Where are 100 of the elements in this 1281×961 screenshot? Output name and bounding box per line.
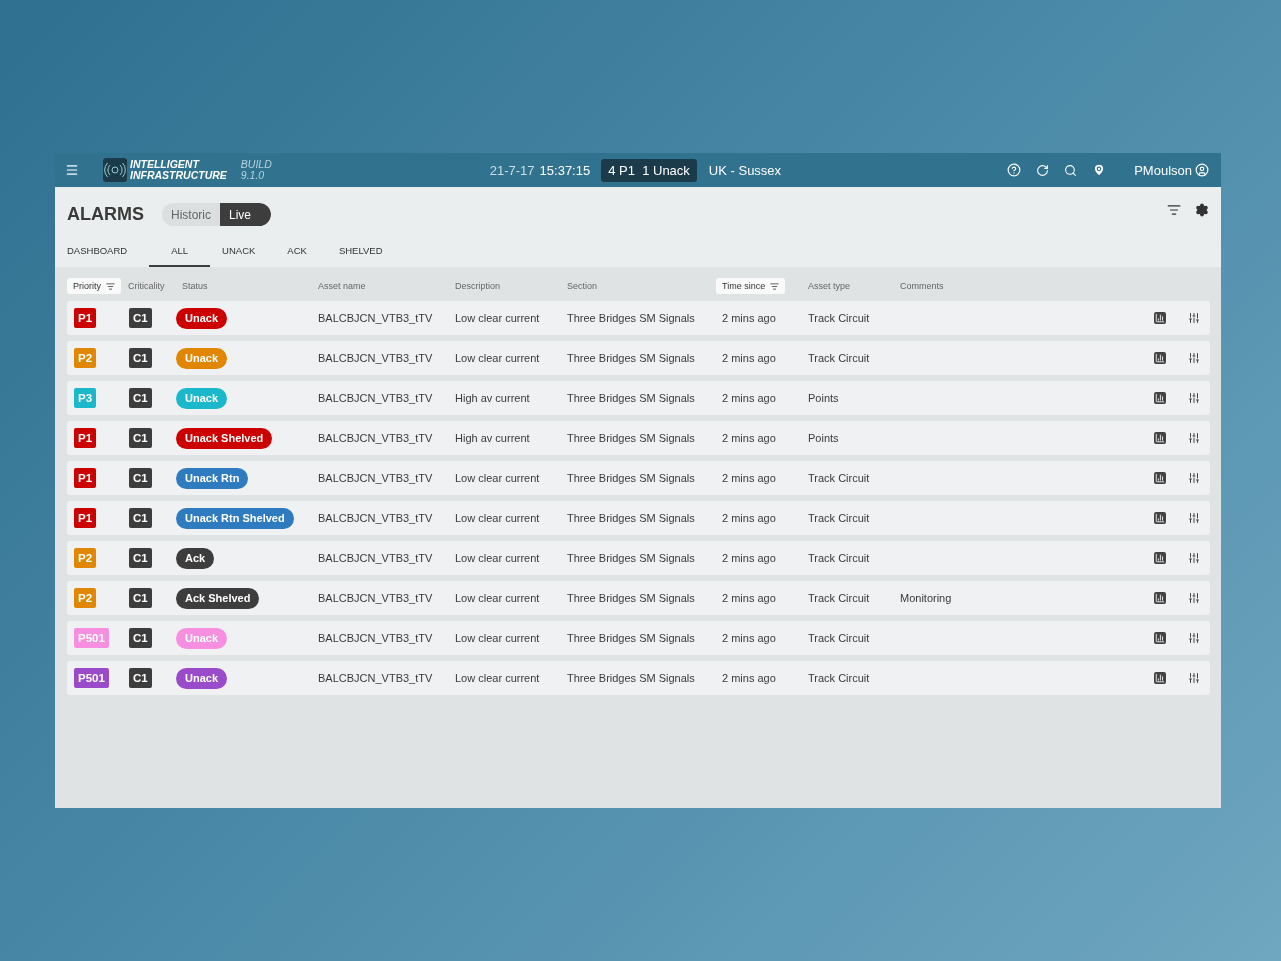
tab[interactable]: SHELVED [338, 239, 383, 267]
priority-badge: P501 [74, 668, 109, 688]
chart-icon[interactable] [1154, 472, 1166, 484]
alarm-row[interactable]: P1 C1 Unack Rtn BALCBJCN_VTB3_tTV Low clear current Three Bridges SM Signals 2 mins ago Track Circuit [67, 461, 1210, 495]
description-cell-text: Low clear current [454, 352, 541, 364]
user-name: PMoulson [1134, 162, 1192, 178]
mode-option[interactable]: Historic [162, 203, 220, 226]
criticality-badge: C1 [129, 428, 152, 448]
priority-badge: P1 [74, 428, 97, 448]
priority-badge: P2 [74, 548, 97, 568]
menu-icon[interactable] [65, 163, 79, 177]
sliders-icon[interactable] [1188, 632, 1200, 644]
alarm-row[interactable]: P1 C1 Unack Shelved BALCBJCN_VTB3_tTV High av current Three Bridges SM Signals 2 mins ago Points [67, 421, 1210, 455]
column-header[interactable]: Description [449, 278, 507, 294]
chart-icon[interactable] [1154, 552, 1166, 564]
column-header[interactable]: Asset name [312, 278, 372, 294]
alarm-row[interactable]: P2 C1 Unack BALCBJCN_VTB3_tTV Low clear current Three Bridges SM Signals 2 mins ago Track Circuit [67, 341, 1210, 375]
chart-icon[interactable] [1154, 432, 1166, 444]
chart-icon[interactable] [1154, 512, 1166, 524]
time-since-cell-text: 2 mins ago [721, 632, 777, 644]
criticality-badge: C1 [129, 548, 152, 568]
sliders-icon[interactable] [1188, 672, 1200, 684]
sliders-icon[interactable] [1188, 352, 1200, 364]
alarm-row[interactable]: P2 C1 Ack Shelved BALCBJCN_VTB3_tTV Low clear current Three Bridges SM Signals 2 mins ago Track Circuit Monitoring [67, 581, 1210, 615]
chart-icon[interactable] [1154, 592, 1166, 604]
column-header[interactable]: Section [561, 278, 604, 294]
column-header[interactable]: Asset type [802, 278, 857, 294]
asset-type-cell-text: Track Circuit [807, 352, 871, 364]
tab[interactable]: DASHBOARD [67, 239, 128, 267]
status-badge: Ack [176, 547, 215, 569]
settings-icon[interactable] [1195, 203, 1209, 217]
tab[interactable]: UNACK [222, 239, 256, 267]
alarm-row[interactable]: P1 C1 Unack Rtn Shelved BALCBJCN_VTB3_tTV Low clear current Three Bridges SM Signals 2 mins ago Track Circuit [67, 501, 1210, 535]
user-icon [1195, 163, 1209, 177]
tab[interactable]: ACK [287, 239, 307, 267]
sliders-icon[interactable] [1188, 592, 1200, 604]
time-since-cell-text: 2 mins ago [721, 392, 777, 404]
search-icon[interactable] [1064, 163, 1078, 177]
filter-icon[interactable] [1167, 203, 1181, 217]
sliders-icon[interactable] [1188, 392, 1200, 404]
status-badge: Ack Shelved [176, 587, 260, 609]
chart-icon[interactable] [1154, 632, 1166, 644]
help-icon[interactable] [1007, 163, 1022, 177]
alarm-row[interactable]: P1 C1 Unack BALCBJCN_VTB3_tTV Low clear current Three Bridges SM Signals 2 mins ago Track Circuit [67, 301, 1210, 335]
status-badge: Unack [176, 307, 228, 329]
chart-icon[interactable] [1154, 672, 1166, 684]
refresh-icon[interactable] [1036, 163, 1050, 177]
criticality-badge: C1 [129, 508, 152, 528]
description-cell-text: Low clear current [454, 472, 541, 484]
column-header[interactable]: Criticality [122, 278, 171, 294]
column-header[interactable]: Priority [67, 278, 121, 294]
section-cell-text: Three Bridges SM Signals [566, 512, 696, 524]
asset-type-cell-text: Points [807, 392, 840, 404]
description-cell-text: High av current [454, 432, 531, 444]
section-cell-text: Three Bridges SM Signals [566, 352, 696, 364]
description-cell-text: High av current [454, 392, 531, 404]
criticality-badge: C1 [129, 588, 152, 608]
tab[interactable]: ALL [149, 239, 211, 267]
sliders-icon[interactable] [1188, 432, 1200, 444]
sliders-icon[interactable] [1188, 472, 1200, 484]
column-header[interactable]: Time since [716, 278, 786, 294]
chart-icon[interactable] [1154, 312, 1166, 324]
brand-name: INFRASTRUCTURE [130, 170, 227, 181]
alarm-row[interactable]: P3 C1 Unack BALCBJCN_VTB3_tTV High av current Three Bridges SM Signals 2 mins ago Points [67, 381, 1210, 415]
status-badge: Unack [176, 347, 228, 369]
status-badge: Unack Rtn Shelved [176, 507, 294, 529]
build-label: BUILD [240, 159, 272, 170]
sliders-icon[interactable] [1188, 312, 1200, 324]
sliders-icon[interactable] [1188, 552, 1200, 564]
asset-name-cell-text: BALCBJCN_VTB3_tTV [317, 312, 434, 324]
column-header[interactable]: Comments [894, 278, 950, 294]
section-cell-text: Three Bridges SM Signals [566, 592, 696, 604]
priority-badge: P501 [74, 628, 109, 648]
asset-name-cell-text: BALCBJCN_VTB3_tTV [317, 472, 434, 484]
user-menu[interactable]: PMoulson [1134, 162, 1209, 178]
alarm-row[interactable]: P2 C1 Ack BALCBJCN_VTB3_tTV Low clear current Three Bridges SM Signals 2 mins ago Track Circuit [67, 541, 1210, 575]
build-version: 9.1.0 [240, 170, 266, 181]
asset-type-cell-text: Track Circuit [807, 512, 871, 524]
priority-badge: P1 [74, 508, 97, 528]
alarm-row[interactable]: P501 C1 Unack BALCBJCN_VTB3_tTV Low clear current Three Bridges SM Signals 2 mins ago Track Circuit [67, 621, 1210, 655]
section-cell-text: Three Bridges SM Signals [566, 552, 696, 564]
column-header[interactable]: Status [176, 278, 214, 294]
time-since-cell-text: 2 mins ago [721, 512, 777, 524]
asset-type-cell-text: Track Circuit [807, 552, 871, 564]
comment-cell-text: Monitoring [899, 592, 953, 604]
description-cell-text: Low clear current [454, 672, 541, 684]
chart-icon[interactable] [1154, 352, 1166, 364]
brand-name: INTELLIGENT [130, 159, 201, 170]
mode-option[interactable]: Live [220, 203, 272, 226]
alarm-row[interactable]: P501 C1 Unack BALCBJCN_VTB3_tTV Low clear current Three Bridges SM Signals 2 mins ago Track Circuit [67, 661, 1210, 695]
description-cell-text: Low clear current [454, 512, 541, 524]
asset-name-cell-text: BALCBJCN_VTB3_tTV [317, 392, 434, 404]
page-title: ALARMS [67, 204, 144, 225]
sliders-icon[interactable] [1188, 512, 1200, 524]
asset-name-cell-text: BALCBJCN_VTB3_tTV [317, 632, 434, 644]
asset-name-cell-text: BALCBJCN_VTB3_tTV [317, 432, 434, 444]
section-cell-text: Three Bridges SM Signals [566, 312, 696, 324]
description-cell-text: Low clear current [454, 592, 541, 604]
time-since-cell-text: 2 mins ago [721, 432, 777, 444]
chart-icon[interactable] [1154, 392, 1166, 404]
